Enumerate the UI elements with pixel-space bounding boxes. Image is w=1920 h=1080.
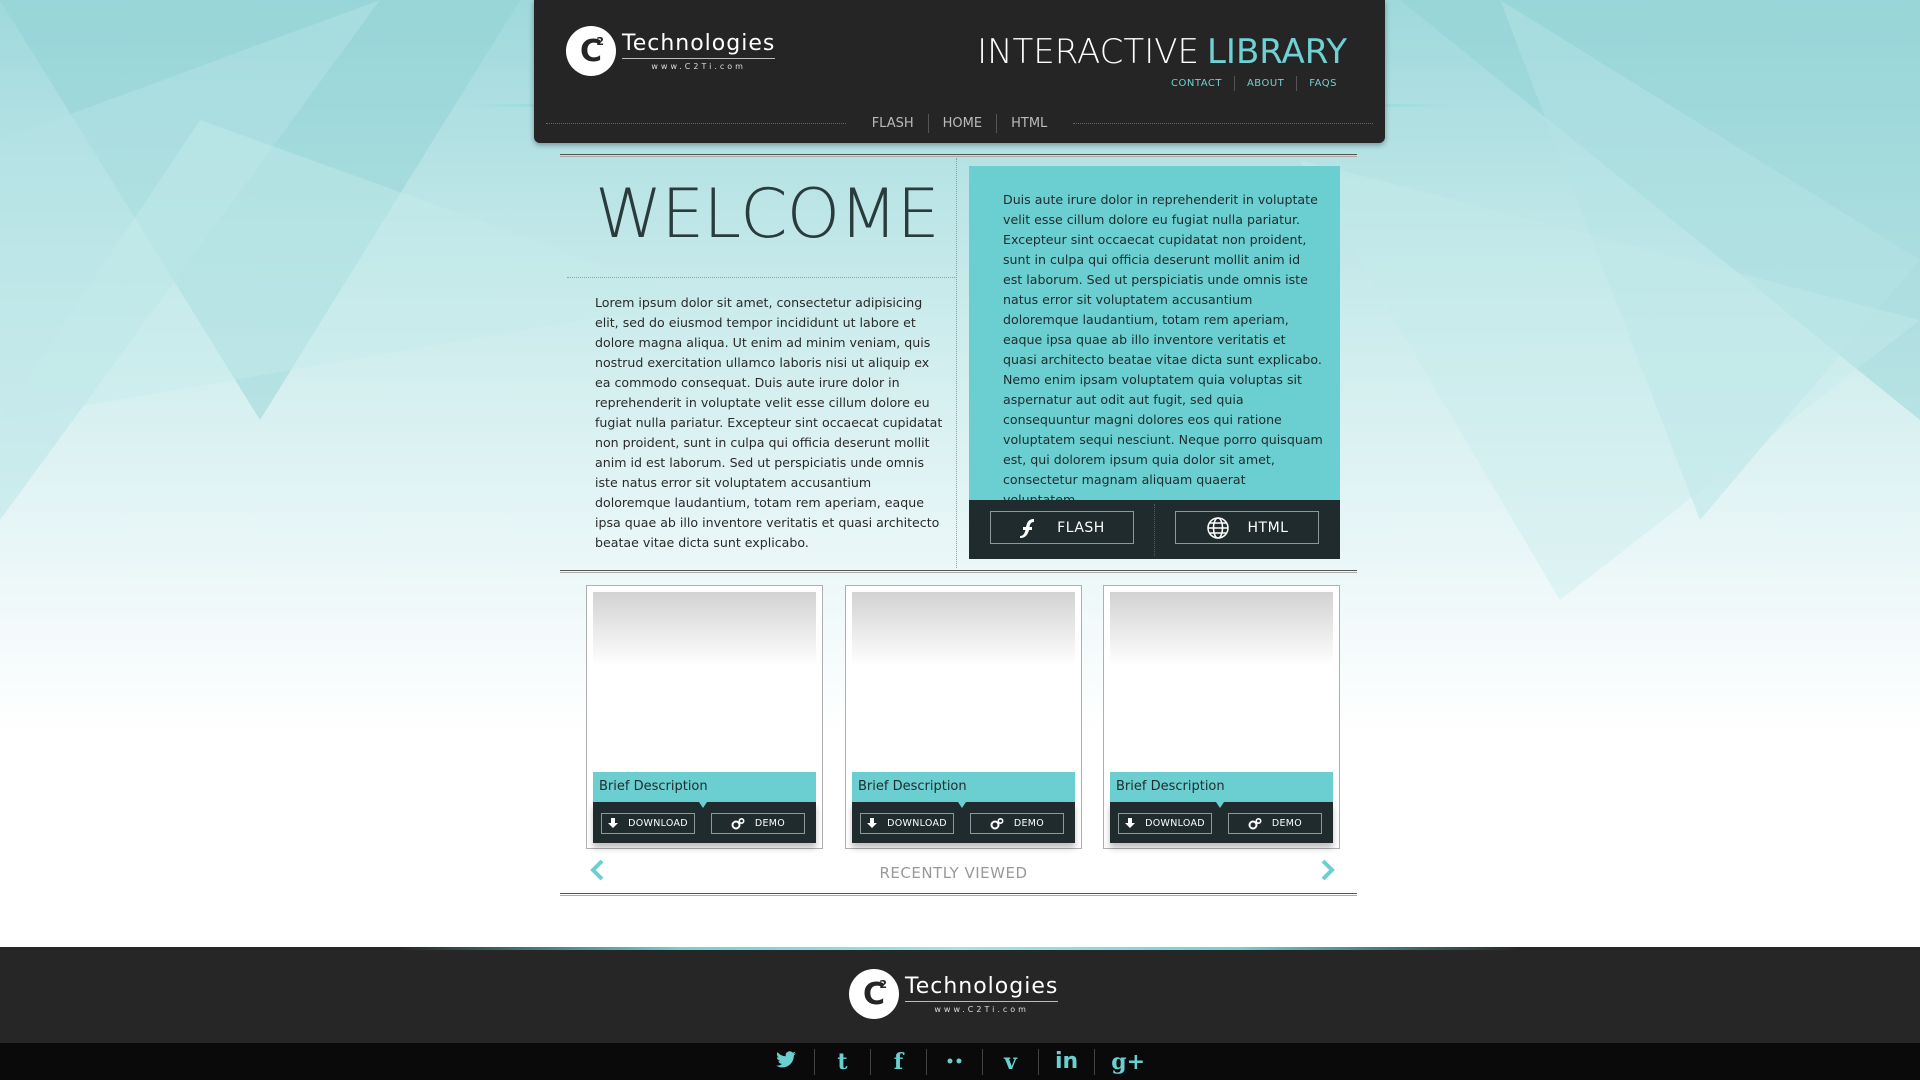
- divider: [560, 154, 1357, 157]
- feature-actions: FLASH HTML: [969, 500, 1340, 559]
- intro-text: Lorem ipsum dolor sit amet, consectetur …: [595, 295, 943, 550]
- vimeo-icon[interactable]: v: [983, 1048, 1039, 1075]
- logo-mark: C2: [566, 26, 616, 76]
- top-links: CONTACT ABOUT FAQS: [1159, 76, 1349, 91]
- nav-html[interactable]: HTML: [997, 114, 1061, 133]
- flash-button[interactable]: FLASH: [990, 511, 1134, 544]
- project-card: Brief Description DOWNLOAD DEMO: [1103, 585, 1340, 849]
- gears-icon: [990, 817, 1004, 830]
- divider: [560, 570, 1357, 573]
- welcome-heading: WELCOME: [595, 175, 940, 254]
- site-title: INTERACTIVE LIBRARY: [977, 32, 1347, 72]
- demo-button[interactable]: DEMO: [970, 813, 1064, 834]
- demo-button[interactable]: DEMO: [711, 813, 805, 834]
- recently-viewed-label: RECENTLY VIEWED: [879, 864, 1028, 882]
- header-logo[interactable]: C2 Technologies www.C2Ti.com: [566, 26, 776, 76]
- demo-button[interactable]: DEMO: [1228, 813, 1322, 834]
- header: C2 Technologies www.C2Ti.com INTERACTIVE…: [534, 0, 1385, 143]
- flickr-icon[interactable]: ••: [927, 1048, 983, 1075]
- card-description: Brief Description: [593, 772, 816, 802]
- download-icon: [608, 818, 619, 829]
- logo-mark: C2: [849, 969, 899, 1019]
- card-description: Brief Description: [1110, 772, 1333, 802]
- download-icon: [867, 818, 878, 829]
- project-card: Brief Description DOWNLOAD DEMO: [586, 585, 823, 849]
- next-arrow-icon[interactable]: [1320, 859, 1336, 886]
- download-icon: [1125, 818, 1136, 829]
- googleplus-icon[interactable]: g+: [1095, 1049, 1161, 1075]
- flash-icon: [1019, 517, 1039, 539]
- footer: C2 Technologies www.C2Ti.com: [0, 947, 1920, 1043]
- faqs-link[interactable]: FAQS: [1297, 76, 1349, 91]
- card-description: Brief Description: [852, 772, 1075, 802]
- social-bar: t f •• v in g+: [0, 1043, 1920, 1080]
- feature-panel: Duis aute irure dolor in reprehenderit i…: [969, 166, 1340, 507]
- download-button[interactable]: DOWNLOAD: [860, 813, 954, 834]
- tumblr-icon[interactable]: t: [815, 1048, 871, 1075]
- globe-icon: [1206, 516, 1230, 540]
- divider: [560, 893, 1357, 896]
- card-thumbnail[interactable]: [593, 592, 816, 776]
- gears-icon: [1248, 817, 1262, 830]
- main-nav: FLASH HOME HTML: [534, 108, 1385, 138]
- about-link[interactable]: ABOUT: [1235, 76, 1298, 91]
- divider: [956, 158, 957, 568]
- card-actions: DOWNLOAD DEMO: [1110, 802, 1333, 843]
- card-actions: DOWNLOAD DEMO: [593, 802, 816, 843]
- nav-home[interactable]: HOME: [929, 113, 998, 133]
- download-button[interactable]: DOWNLOAD: [601, 813, 695, 834]
- logo-url: www.C2Ti.com: [934, 1005, 1029, 1014]
- gears-icon: [731, 817, 745, 830]
- project-card: Brief Description DOWNLOAD DEMO: [845, 585, 1082, 849]
- footer-glow: [400, 947, 1520, 950]
- card-thumbnail[interactable]: [1110, 592, 1333, 776]
- facebook-icon[interactable]: f: [871, 1048, 927, 1075]
- download-button[interactable]: DOWNLOAD: [1118, 813, 1212, 834]
- nav-flash[interactable]: FLASH: [858, 113, 929, 133]
- contact-link[interactable]: CONTACT: [1159, 76, 1235, 91]
- logo-title: Technologies: [622, 31, 776, 59]
- logo-url: www.C2Ti.com: [651, 62, 746, 71]
- twitter-icon[interactable]: [759, 1048, 815, 1075]
- card-thumbnail[interactable]: [852, 592, 1075, 776]
- card-actions: DOWNLOAD DEMO: [852, 802, 1075, 843]
- divider: [567, 277, 955, 278]
- linkedin-icon[interactable]: in: [1039, 1048, 1096, 1075]
- html-button[interactable]: HTML: [1175, 511, 1319, 544]
- logo-title: Technologies: [905, 974, 1059, 1002]
- feature-text: Duis aute irure dolor in reprehenderit i…: [1003, 192, 1323, 507]
- footer-logo[interactable]: C2 Technologies www.C2Ti.com: [849, 969, 1059, 1019]
